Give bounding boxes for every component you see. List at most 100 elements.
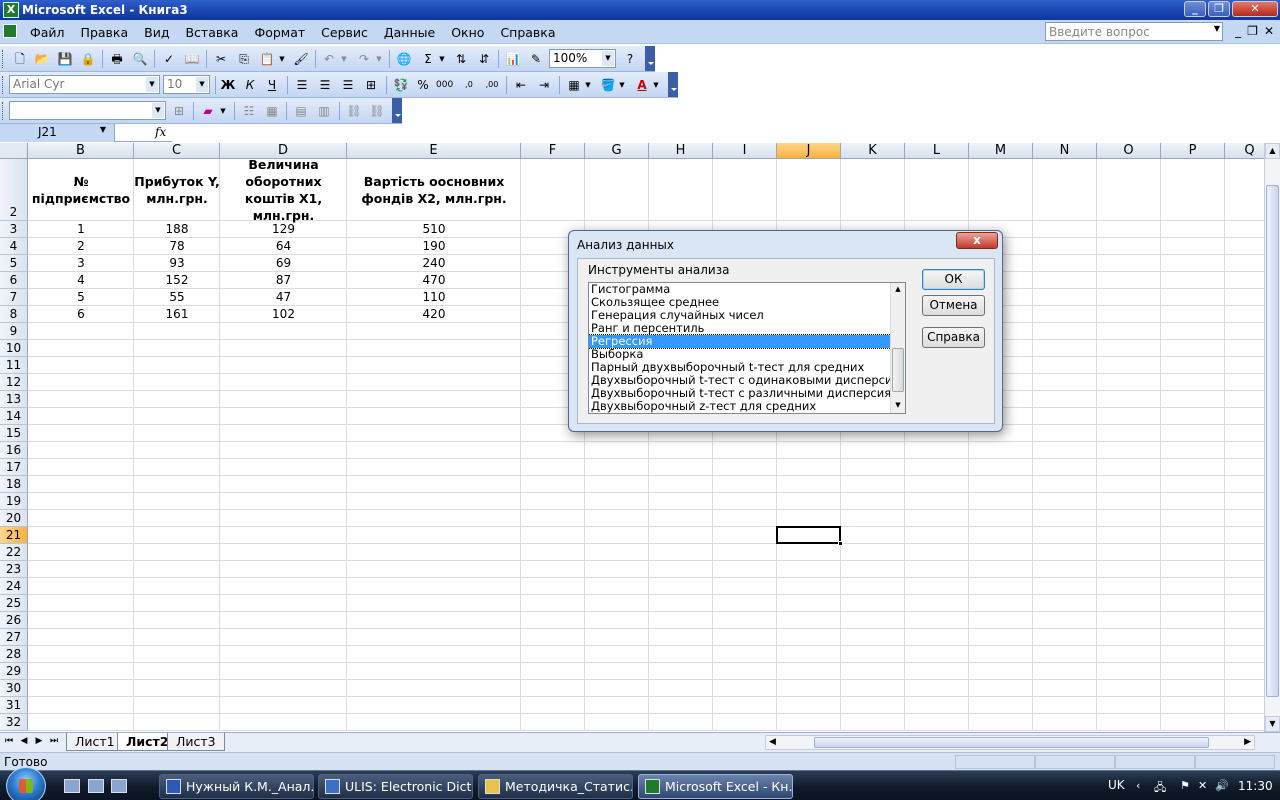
table-cell[interactable]: 5 xyxy=(28,289,134,306)
row-header[interactable]: 9 xyxy=(0,323,28,340)
row-header[interactable]: 31 xyxy=(0,697,28,714)
column-header[interactable]: I xyxy=(713,143,777,159)
cancel-button[interactable]: Отмена xyxy=(922,295,985,316)
name-box[interactable]: J21 ▼ xyxy=(0,124,115,142)
table-cell[interactable]: 240 xyxy=(347,255,521,272)
open-folder-icon[interactable]: 📂 xyxy=(34,51,50,67)
menu-item[interactable]: Вид xyxy=(136,25,177,40)
toolbar-grip[interactable] xyxy=(2,102,5,120)
chevron-down-icon[interactable]: ▼ xyxy=(339,51,349,67)
column-header[interactable]: Q xyxy=(1225,143,1264,159)
help-icon[interactable]: ? xyxy=(622,51,638,67)
task-button-folder[interactable]: Методичка_Статис... xyxy=(478,774,633,799)
menu-item[interactable]: Окно xyxy=(443,25,492,40)
increase-decimal-icon[interactable]: ,0 xyxy=(461,77,477,93)
table-layout-icon[interactable]: ▥ xyxy=(316,103,332,119)
workbook-minimize-button[interactable]: _ xyxy=(1235,24,1241,38)
align-right-icon[interactable]: ☰ xyxy=(340,77,356,93)
scroll-down-icon[interactable]: ▼ xyxy=(1265,716,1280,732)
decrease-indent-icon[interactable]: ⇤ xyxy=(513,77,529,93)
font-name-select[interactable]: Arial Cyr ▼ xyxy=(9,75,160,94)
copy-icon[interactable]: ⎘ xyxy=(236,51,252,67)
scroll-up-icon[interactable]: ▲ xyxy=(891,285,905,293)
scroll-left-icon[interactable]: ◀ xyxy=(769,736,776,749)
row-header[interactable]: 23 xyxy=(0,561,28,578)
table-cell[interactable]: 102 xyxy=(220,306,347,323)
table-cell[interactable]: 470 xyxy=(347,272,521,289)
column-header[interactable]: N xyxy=(1033,143,1097,159)
row-header[interactable]: 7 xyxy=(0,289,28,306)
spelling-icon[interactable]: ✓ xyxy=(161,51,177,67)
table-icon[interactable]: ⊞ xyxy=(171,103,187,119)
column-header[interactable]: F xyxy=(521,143,585,159)
menu-item[interactable]: Сервис xyxy=(313,25,376,40)
dialog-close-button[interactable]: x xyxy=(956,232,998,249)
row-header[interactable]: 13 xyxy=(0,391,28,408)
chevron-down-icon[interactable]: ▼ xyxy=(218,103,228,119)
toolbar-options-button[interactable] xyxy=(645,46,655,71)
toolbar-options-button[interactable] xyxy=(392,98,402,123)
link-icon[interactable]: ⛓ xyxy=(346,103,362,119)
table-cell[interactable]: 420 xyxy=(347,306,521,323)
menu-item[interactable]: Файл xyxy=(22,25,73,40)
table-cell[interactable]: 3 xyxy=(28,255,134,272)
fill-color-icon[interactable]: 🪣 xyxy=(600,77,616,93)
row-header[interactable]: 16 xyxy=(0,442,28,459)
row-header[interactable]: 21 xyxy=(0,527,28,544)
clock[interactable]: 11:30 xyxy=(1238,779,1273,793)
table-cell[interactable]: 87 xyxy=(220,272,347,289)
underline-icon[interactable]: Ч xyxy=(264,77,280,93)
analysis-tools-listbox[interactable]: Гистограмма Скользящее среднее Генерация с… xyxy=(588,282,906,414)
column-header[interactable]: G xyxy=(585,143,649,159)
chart-wizard-icon[interactable]: 📊 xyxy=(505,51,521,67)
row-header[interactable]: 20 xyxy=(0,510,28,527)
row-header[interactable]: 6 xyxy=(0,272,28,289)
chevron-down-icon[interactable]: ▼ xyxy=(651,77,661,93)
menu-item[interactable]: Правка xyxy=(73,25,137,40)
close-window-button[interactable]: ✕ xyxy=(1232,1,1278,17)
toolbar-grip[interactable] xyxy=(2,76,5,94)
row-header[interactable]: 25 xyxy=(0,595,28,612)
prev-sheet-icon[interactable]: ◀ xyxy=(18,736,30,746)
paste-icon[interactable]: 📋 xyxy=(259,51,275,67)
font-color-icon[interactable]: A xyxy=(634,77,650,93)
table-cell[interactable]: 6 xyxy=(28,306,134,323)
tab-sheet1[interactable]: Лист1 xyxy=(66,733,124,751)
vertical-scroll-thumb[interactable] xyxy=(1266,185,1279,697)
table-cell[interactable]: 1 xyxy=(28,221,134,238)
table-cell[interactable]: 110 xyxy=(347,289,521,306)
last-sheet-icon[interactable]: ⏭ xyxy=(48,736,60,746)
bold-icon[interactable]: Ж xyxy=(220,77,236,93)
fill-handle[interactable] xyxy=(838,541,843,546)
save-icon[interactable]: 💾 xyxy=(57,51,73,67)
sort-ascending-icon[interactable]: ⇅ xyxy=(453,51,469,67)
table-cell[interactable]: 161 xyxy=(134,306,220,323)
font-size-select[interactable]: 10 ▼ xyxy=(163,75,210,94)
borders-icon[interactable]: ▦ xyxy=(566,77,582,93)
autosum-icon[interactable]: Σ xyxy=(420,51,436,67)
row-header[interactable]: 32 xyxy=(0,714,28,731)
permission-icon[interactable]: 🔒 xyxy=(80,51,96,67)
row-header[interactable]: 19 xyxy=(0,493,28,510)
scroll-down-icon[interactable]: ▼ xyxy=(891,401,905,409)
maximize-button[interactable]: ❐ xyxy=(1208,1,1230,17)
workbook-icon[interactable] xyxy=(3,24,17,38)
security-icon[interactable]: ⚑ xyxy=(1180,779,1190,792)
chevron-down-icon[interactable]: ▼ xyxy=(602,51,614,66)
row-header[interactable]: 10 xyxy=(0,340,28,357)
table-cell[interactable]: 129 xyxy=(220,221,347,238)
start-button[interactable] xyxy=(6,767,46,800)
volume-icon[interactable]: 🔊 xyxy=(1215,779,1229,792)
column-header[interactable]: O xyxy=(1097,143,1161,159)
style-select[interactable]: ▼ xyxy=(9,101,166,120)
row-header[interactable]: 3 xyxy=(0,221,28,238)
align-center-icon[interactable]: ☰ xyxy=(317,77,333,93)
print-preview-icon[interactable]: 🔍 xyxy=(132,51,148,67)
row-header[interactable]: 15 xyxy=(0,425,28,442)
excel-app-icon[interactable]: X xyxy=(3,2,19,18)
language-indicator[interactable]: UK xyxy=(1108,778,1125,792)
listbox-scrollbar[interactable]: ▲ ▼ xyxy=(890,283,905,413)
unlink-icon[interactable]: ⛓ xyxy=(369,103,385,119)
row-header[interactable]: 11 xyxy=(0,357,28,374)
row-header[interactable]: 27 xyxy=(0,629,28,646)
